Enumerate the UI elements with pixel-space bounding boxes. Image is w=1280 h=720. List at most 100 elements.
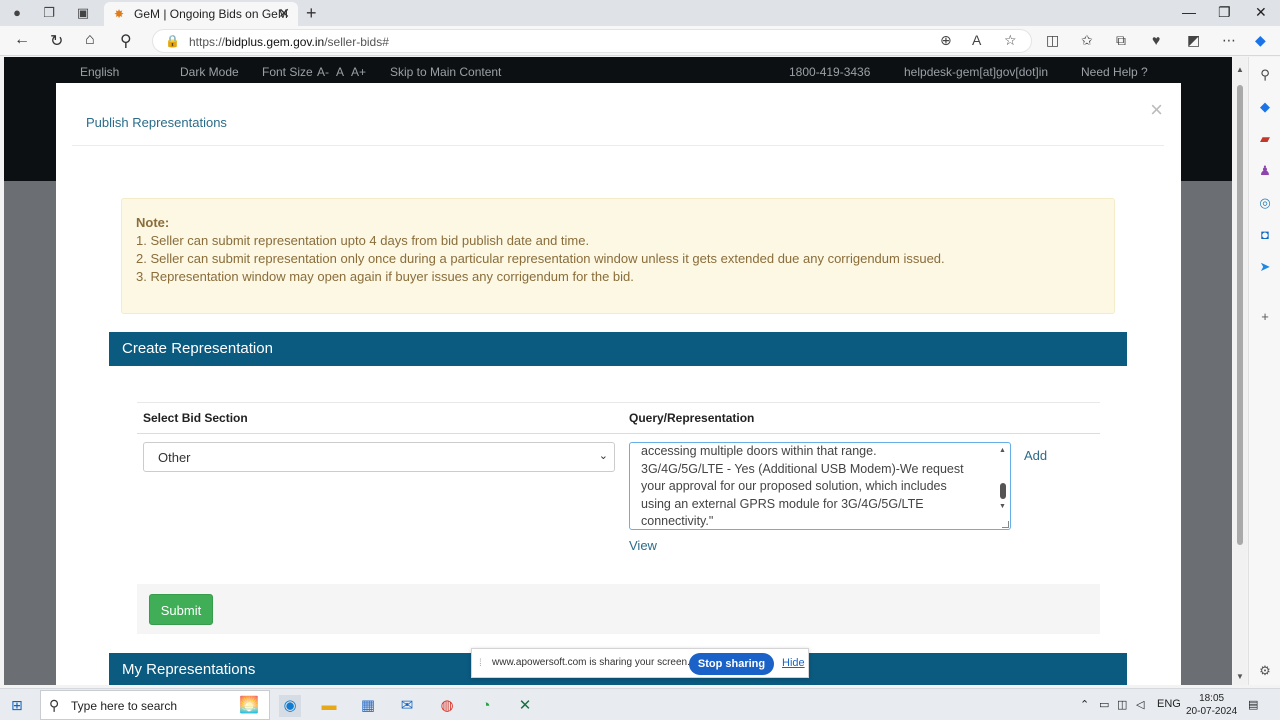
mail-app-icon[interactable]: ✉	[396, 695, 418, 717]
browser-tab-active[interactable]: ✸ GeM | Ongoing Bids on GeM ✕	[104, 2, 298, 26]
browser-essentials-icon[interactable]: ♥	[1152, 32, 1160, 48]
scrollbar-thumb[interactable]	[1237, 85, 1243, 545]
taskbar-search-box[interactable]: ⚲ Type here to search 🌅	[40, 690, 270, 720]
back-icon[interactable]: ←	[14, 31, 30, 49]
gem-favicon-icon: ✸	[114, 7, 125, 21]
show-hidden-icons[interactable]: ⌃	[1080, 698, 1089, 711]
view-link[interactable]: View	[629, 538, 657, 553]
lock-icon[interactable]: 🔒	[165, 34, 180, 48]
divider	[137, 402, 1100, 403]
sidebar-search-icon[interactable]: ⚲	[1257, 67, 1273, 83]
query-text-line: your approval for our proposed solution,…	[641, 479, 947, 494]
extension-icon[interactable]: ◩	[1187, 32, 1200, 49]
new-tab-icon[interactable]: +	[306, 3, 317, 24]
refresh-icon[interactable]: ↻	[50, 31, 63, 51]
file-explorer-icon[interactable]: ▬	[318, 695, 340, 717]
notifications-icon[interactable]: ▤	[1248, 698, 1258, 711]
resize-handle[interactable]	[1002, 521, 1009, 528]
edge-app-icon[interactable]: ◉	[279, 695, 301, 717]
scroll-up-icon[interactable]: ▲	[1236, 65, 1244, 74]
query-text-line: using an external GPRS module for 3G/4G/…	[641, 496, 924, 511]
query-textarea[interactable]: accessing multiple doors within that ran…	[629, 442, 1011, 530]
zoom-icon[interactable]: ⊕	[940, 32, 952, 49]
search-icon[interactable]: ⚲	[120, 31, 132, 51]
home-icon[interactable]: ⌂	[85, 31, 95, 49]
browser-toolbar: ← ↻ ⌂ ⚲ 🔒 https://bidplus.gem.gov.in/sel…	[0, 26, 1280, 56]
copilot-icon[interactable]: ◆	[1255, 32, 1266, 49]
split-screen-icon[interactable]: ◫	[1046, 32, 1059, 49]
modal-close-icon[interactable]: ×	[1150, 97, 1163, 123]
store-app-icon[interactable]: ▦	[357, 695, 379, 717]
volume-icon[interactable]: ◁	[1136, 698, 1144, 711]
font-smaller-button[interactable]: A-	[317, 65, 329, 79]
close-window-icon[interactable]: ✕	[1255, 4, 1267, 21]
search-placeholder: Type here to search	[71, 699, 178, 713]
browser-sidebar: ⚲ ◆ ▰ ♟ ◎ ◘ ➤ + ⚙	[1248, 57, 1280, 685]
representation-form: Select Bid Section Query/Representation …	[137, 402, 1100, 634]
windows-start-icon[interactable]: ⊞	[11, 697, 23, 714]
sidebar-outlook-icon[interactable]: ◘	[1257, 227, 1273, 243]
whatsapp-app-icon[interactable]: ◔	[475, 695, 497, 717]
workspaces-icon[interactable]: ❐	[40, 4, 58, 22]
sidebar-settings-icon[interactable]: ⚙	[1257, 663, 1273, 679]
browser-tab-bar: ● ❐ ▣ ✸ GeM | Ongoing Bids on GeM ✕ + — …	[0, 0, 1280, 26]
textarea-scrollbar[interactable]: ▲ ▼	[998, 445, 1008, 527]
read-aloud-icon[interactable]: A	[972, 32, 981, 48]
taskbar-clock[interactable]: 18:05 20-07-2024	[1186, 692, 1237, 718]
page-scrollbar[interactable]: ▲ ▼	[1233, 57, 1247, 685]
tab-actions-icon[interactable]: ▣	[74, 4, 92, 22]
note-box: Note: 1. Seller can submit representatio…	[121, 198, 1115, 314]
scroll-down-icon[interactable]: ▼	[1236, 672, 1244, 681]
sidebar-add-icon[interactable]: +	[1257, 309, 1273, 325]
dark-mode-toggle[interactable]: Dark Mode	[180, 65, 239, 79]
font-larger-button[interactable]: A+	[351, 65, 366, 79]
address-bar[interactable]: 🔒 https://bidplus.gem.gov.in/seller-bids…	[152, 29, 1032, 53]
input-language[interactable]: ENG	[1157, 698, 1181, 710]
sidebar-send-icon[interactable]: ➤	[1257, 259, 1273, 275]
minimize-icon[interactable]: —	[1182, 4, 1196, 20]
drag-handle-icon[interactable]: ⁞	[479, 658, 482, 669]
stop-sharing-button[interactable]: Stop sharing	[689, 653, 774, 675]
more-options-icon[interactable]: ⋯	[1222, 32, 1236, 49]
skip-main-content-link[interactable]: Skip to Main Content	[390, 65, 501, 79]
scroll-down-icon[interactable]: ▼	[999, 503, 1006, 510]
battery-icon[interactable]: ▭	[1099, 698, 1109, 711]
favorites-icon[interactable]: ✩	[1081, 32, 1093, 49]
profile-icon[interactable]: ●	[8, 4, 26, 22]
close-tab-icon[interactable]: ✕	[278, 5, 290, 22]
excel-app-icon[interactable]: ✕	[514, 695, 536, 717]
need-help-dropdown[interactable]: Need Help ?	[1081, 65, 1148, 79]
divider	[72, 145, 1164, 146]
add-link[interactable]: Add	[1024, 448, 1047, 463]
chrome-app-icon[interactable]: ◍	[436, 695, 458, 717]
restore-icon[interactable]: ❐	[1218, 4, 1231, 21]
hide-link[interactable]: Hide	[782, 657, 805, 669]
screen-share-banner: ⁞ www.apowersoft.com is sharing your scr…	[471, 648, 809, 678]
sidebar-tools-icon[interactable]: ▰	[1257, 131, 1273, 147]
sidebar-shopping-icon[interactable]: ◆	[1257, 99, 1273, 115]
url-text: https://bidplus.gem.gov.in/seller-bids#	[189, 35, 389, 49]
sidebar-office-icon[interactable]: ◎	[1257, 195, 1273, 211]
bid-section-select[interactable]: Other ⌄	[143, 442, 615, 472]
query-text: accessing multiple doors within that ran…	[641, 443, 981, 529]
collections-icon[interactable]: ⧉	[1116, 32, 1126, 49]
sidebar-games-icon[interactable]: ♟	[1257, 163, 1273, 179]
font-size-label: Font Size	[262, 65, 313, 79]
submit-button[interactable]: Submit	[149, 594, 213, 625]
create-representation-header: Create Representation	[109, 332, 1127, 366]
note-heading: Note:	[136, 215, 170, 230]
divider	[137, 433, 1100, 434]
submit-area: Submit	[137, 584, 1100, 634]
network-icon[interactable]: ◫	[1117, 698, 1127, 711]
textarea-scrollbar-thumb[interactable]	[1000, 483, 1006, 499]
helpdesk-email[interactable]: helpdesk-gem[at]gov[dot]in	[904, 65, 1048, 79]
modal-title: Publish Representations	[86, 115, 227, 130]
font-normal-button[interactable]: A	[336, 65, 344, 79]
scroll-up-icon[interactable]: ▲	[999, 447, 1006, 454]
bid-section-label: Select Bid Section	[143, 411, 248, 425]
language-selector[interactable]: English	[80, 65, 119, 79]
query-text-line: accessing multiple doors within that ran…	[641, 444, 877, 458]
clock-time: 18:05	[1199, 693, 1225, 704]
publish-representations-modal: Publish Representations × Note: 1. Selle…	[56, 83, 1181, 685]
favorite-star-icon[interactable]: ☆	[1004, 32, 1017, 49]
